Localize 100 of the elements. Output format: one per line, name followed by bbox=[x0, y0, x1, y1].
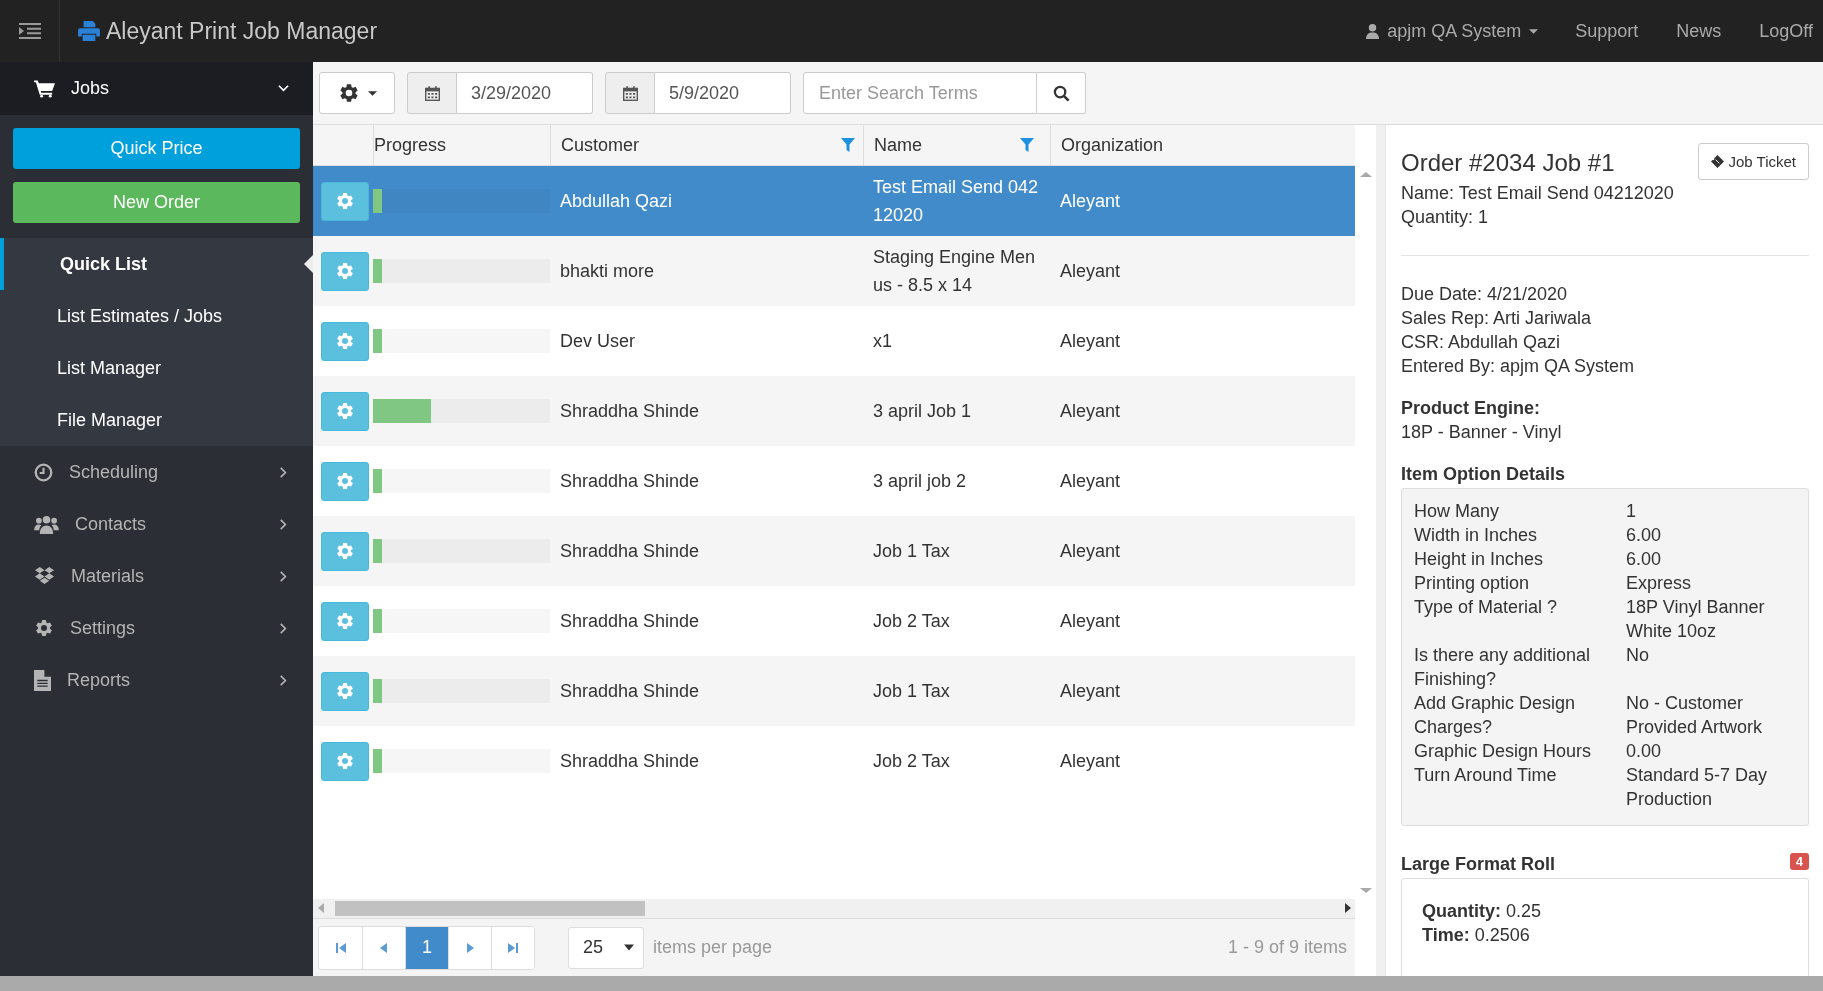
table-row[interactable]: Shraddha Shinde Job 1 Tax Aleyant bbox=[313, 516, 1355, 586]
settings-icon bbox=[335, 751, 355, 771]
sidebar-item[interactable]: Materials bbox=[0, 550, 313, 602]
table-row[interactable]: bhakti more Staging Engine Menus - 8.5 x 14 Aleyant bbox=[313, 236, 1355, 306]
caret-icon bbox=[367, 90, 377, 96]
row-settings-button[interactable] bbox=[321, 321, 369, 361]
settings-dropdown-button[interactable] bbox=[319, 72, 395, 114]
count-badge: 4 bbox=[1789, 853, 1809, 870]
sidebar-item[interactable]: Reports bbox=[0, 654, 313, 706]
horizontal-scrollbar[interactable] bbox=[313, 899, 1355, 918]
pagination-summary: 1 - 9 of 9 items bbox=[1227, 937, 1347, 958]
nav-link[interactable]: News bbox=[1657, 20, 1741, 42]
caret-icon bbox=[624, 944, 634, 951]
last-page-icon bbox=[508, 942, 518, 953]
table-cell-text: Job 1 Tax bbox=[873, 680, 950, 703]
option-label: Width in Inches bbox=[1414, 524, 1539, 547]
column-header[interactable]: Name bbox=[863, 125, 1050, 165]
calendar-icon bbox=[423, 84, 441, 102]
submenu-item[interactable]: List Manager bbox=[0, 342, 313, 394]
table-cell-text: bhakti more bbox=[560, 260, 655, 283]
table-cell-text: Aleyant bbox=[1060, 540, 1121, 563]
option-label: Is there any additional Finishing? bbox=[1414, 644, 1592, 691]
section-heading: Item Option Details bbox=[1401, 463, 1567, 486]
row-settings-button[interactable] bbox=[321, 181, 369, 221]
detail-line: Due Date: 4/21/2020 bbox=[1401, 283, 1569, 306]
section-heading: Product Engine: bbox=[1401, 397, 1541, 420]
table-cell-text: Job 2 Tax bbox=[873, 610, 950, 633]
detail-line: CSR: Abdullah Qazi bbox=[1401, 331, 1562, 354]
job-ticket-button[interactable]: Job Ticket bbox=[1698, 143, 1809, 180]
last-page-button[interactable] bbox=[491, 926, 534, 969]
row-settings-button[interactable] bbox=[321, 741, 369, 781]
row-settings-button[interactable] bbox=[321, 601, 369, 641]
row-settings-button[interactable] bbox=[321, 461, 369, 501]
nav-link[interactable]: LogOff bbox=[1740, 20, 1823, 42]
date-field[interactable]: 5/9/2020 bbox=[655, 72, 791, 114]
table-cell-text: Aleyant bbox=[1060, 470, 1121, 493]
sidebar-item[interactable]: Settings bbox=[0, 602, 313, 654]
column-label: Name bbox=[874, 134, 922, 156]
table-cell-text: Aleyant bbox=[1060, 190, 1121, 213]
next-page-icon bbox=[465, 942, 475, 953]
row-settings-button[interactable] bbox=[321, 251, 369, 291]
search-button[interactable] bbox=[1037, 72, 1086, 114]
calendar-icon bbox=[621, 84, 639, 102]
app-title: Aleyant Print Job Manager bbox=[106, 17, 378, 45]
column-header[interactable]: Customer bbox=[550, 125, 863, 165]
option-label: Printing option bbox=[1414, 572, 1531, 595]
settings-icon bbox=[335, 541, 355, 561]
option-label: Graphic Design Hours bbox=[1414, 740, 1593, 763]
sidebar-item[interactable]: Jobs bbox=[0, 62, 313, 115]
filter-icon[interactable] bbox=[841, 138, 855, 152]
table-cell-text: x1 bbox=[873, 330, 892, 353]
submenu-item[interactable]: File Manager bbox=[0, 394, 313, 446]
detail-line: Sales Rep: Arti Jariwala bbox=[1401, 307, 1593, 330]
table-cell-text: Aleyant bbox=[1060, 330, 1121, 353]
table-cell-text: Job 1 Tax bbox=[873, 540, 950, 563]
filter-icon[interactable] bbox=[1020, 138, 1034, 152]
submenu-item[interactable]: List Estimates / Jobs bbox=[0, 290, 313, 342]
settings-icon bbox=[335, 681, 355, 701]
user-menu[interactable]: apjm QA System bbox=[1348, 20, 1557, 42]
row-settings-button[interactable] bbox=[321, 531, 369, 571]
cart-icon bbox=[34, 79, 55, 98]
printer-icon bbox=[78, 21, 100, 41]
calendar-button[interactable] bbox=[407, 72, 457, 114]
sidebar-item[interactable]: Contacts bbox=[0, 498, 313, 550]
table-cell-text: Test Email Send 04212020 bbox=[873, 176, 1040, 227]
table-cell-text: Aleyant bbox=[1060, 260, 1121, 283]
detail-line: Quantity: 0.25 bbox=[1422, 900, 1543, 923]
row-settings-button[interactable] bbox=[321, 671, 369, 711]
menu-icon bbox=[18, 23, 41, 39]
page-button[interactable]: 1 bbox=[405, 926, 448, 969]
option-value: 1 bbox=[1626, 500, 1637, 523]
table-cell-text: Aleyant bbox=[1060, 610, 1121, 633]
detail-line: Time: 0.2506 bbox=[1422, 924, 1531, 947]
sidebar-item[interactable]: Scheduling bbox=[0, 446, 313, 498]
column-header[interactable]: Organization bbox=[1050, 125, 1355, 165]
clock-icon bbox=[34, 462, 53, 482]
table-cell-text: Aleyant bbox=[1060, 750, 1121, 773]
nav-link[interactable]: Support bbox=[1556, 20, 1658, 42]
sidebar-label: Settings bbox=[70, 617, 136, 639]
table-row[interactable]: Shraddha Shinde Job 1 Tax Aleyant bbox=[313, 656, 1355, 726]
column-header[interactable]: Progress bbox=[373, 125, 550, 165]
previous-page-icon bbox=[379, 942, 389, 953]
table-cell-text: Dev User bbox=[560, 330, 635, 353]
calendar-button[interactable] bbox=[605, 72, 655, 114]
table-cell-text: Staging Engine Menus - 8.5 x 14 bbox=[873, 246, 1037, 297]
option-value: 0.00 bbox=[1626, 740, 1663, 763]
table-row[interactable]: Shraddha Shinde 3 april Job 1 Aleyant bbox=[313, 376, 1355, 446]
settings-icon bbox=[335, 471, 355, 491]
row-settings-button[interactable] bbox=[321, 391, 369, 431]
table-cell-text: Shraddha Shinde bbox=[560, 750, 700, 773]
table-cell-text: Abdullah Qazi bbox=[560, 190, 673, 213]
search-field[interactable]: Enter Search Terms bbox=[803, 72, 1037, 114]
option-label: Type of Material ? bbox=[1414, 596, 1559, 619]
date-field[interactable]: 3/29/2020 bbox=[457, 72, 593, 114]
page-size-dropdown[interactable]: 25 bbox=[568, 926, 644, 969]
column-label: Customer bbox=[561, 134, 640, 156]
table-row[interactable]: Abdullah Qazi Test Email Send 04212020 Aleyant bbox=[313, 166, 1355, 236]
settings-icon bbox=[337, 82, 360, 104]
option-label: Add Graphic Design Charges? bbox=[1414, 692, 1577, 739]
sidebar-label: Materials bbox=[71, 565, 145, 587]
